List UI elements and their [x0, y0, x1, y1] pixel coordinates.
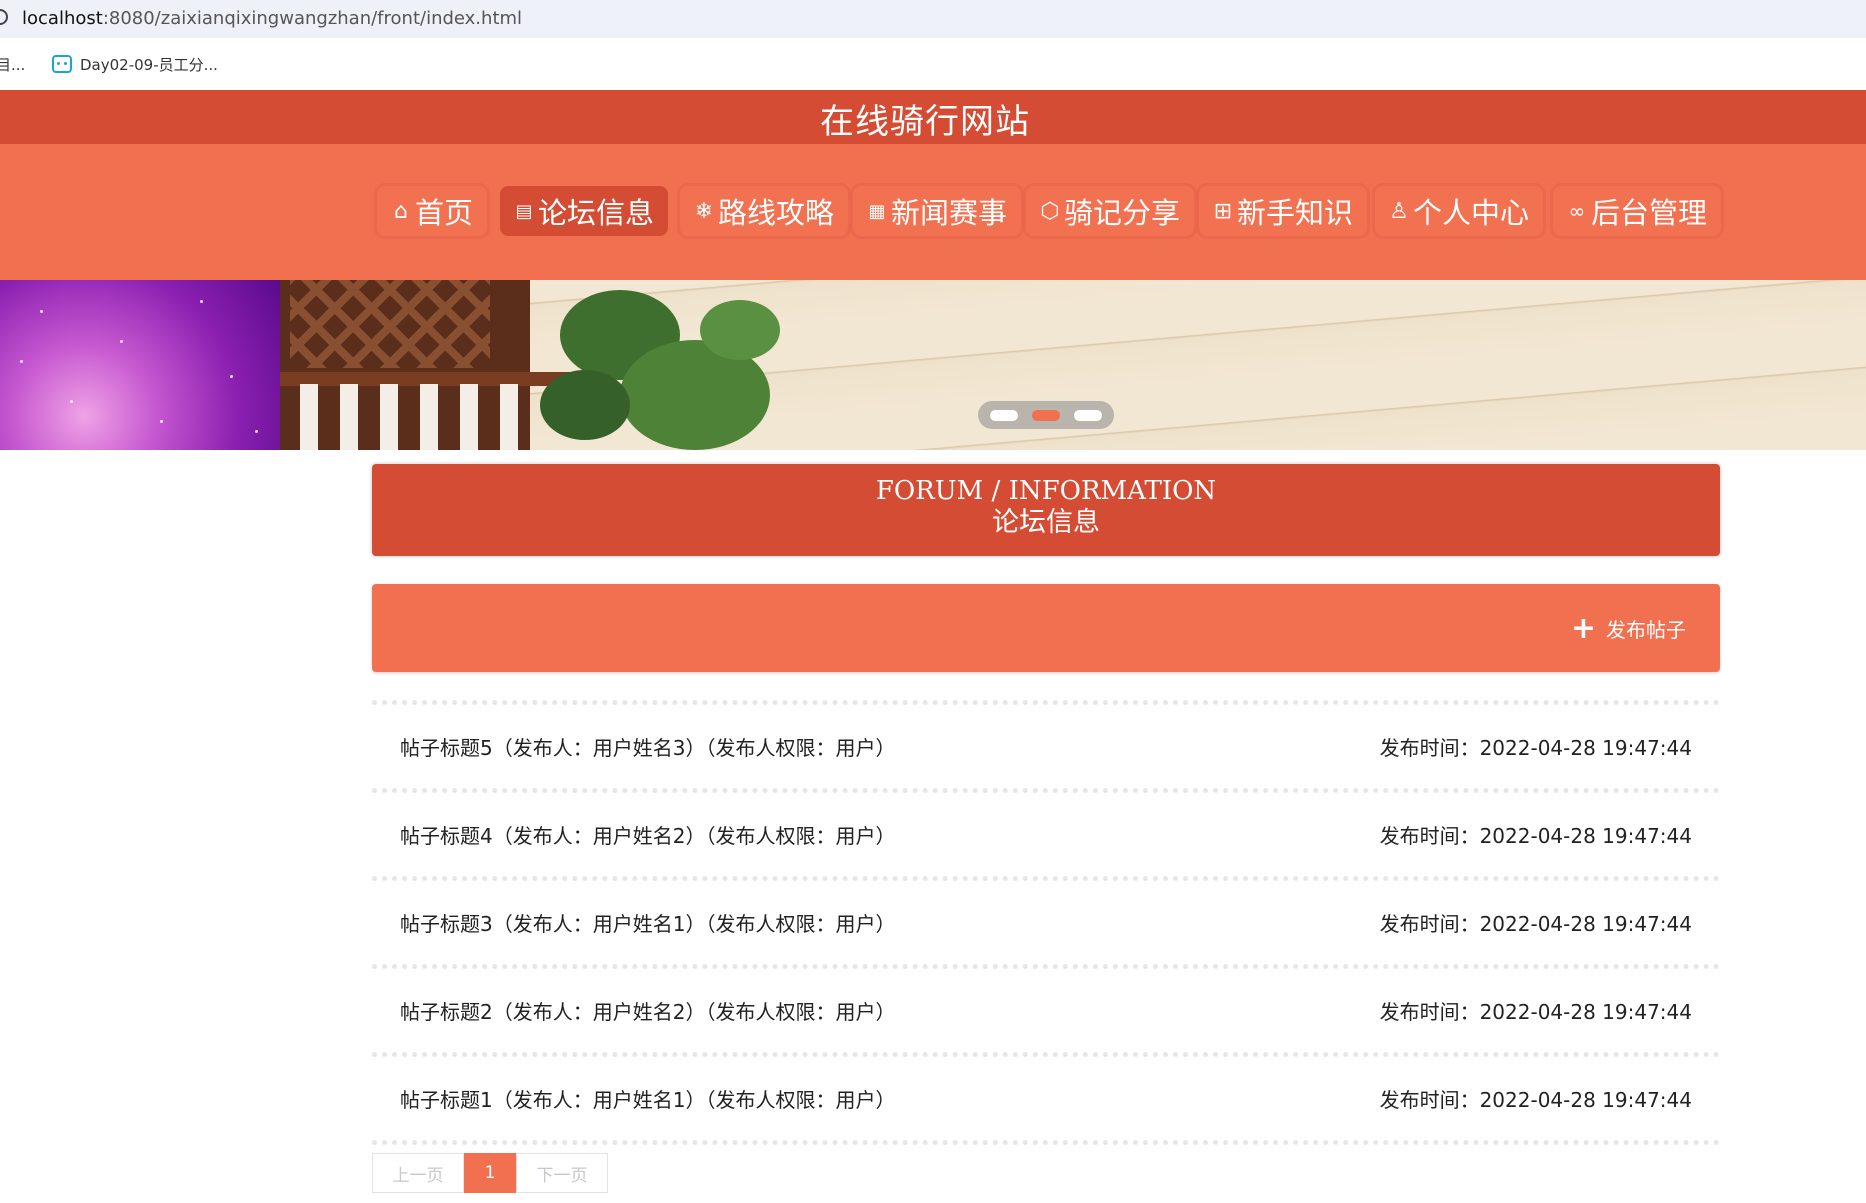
address-bar[interactable]: localhost:8080/zaixianqixingwangzhan/fro…: [0, 0, 1866, 38]
fence-post: [460, 384, 478, 450]
nav-item-home[interactable]: ⌂ 首页: [377, 186, 488, 236]
page-number-button[interactable]: 1: [464, 1153, 516, 1193]
plant-leaves: [540, 370, 630, 440]
post-row[interactable]: 帖子标题2（发布人：用户姓名2）（发布人权限：用户） 发布时间：2022-04-…: [372, 964, 1720, 1052]
banner-slide-galaxy: [0, 280, 280, 450]
action-bar: + 发布帖子: [372, 584, 1720, 672]
fence-post: [300, 384, 318, 450]
bookmark-item[interactable]: Day02-09-员工分...: [52, 52, 218, 76]
star-decoration: [40, 310, 43, 313]
apps-icon: ⊞: [1213, 198, 1233, 224]
carousel-dot[interactable]: [990, 410, 1018, 421]
gift-icon: ▦: [868, 200, 886, 222]
section-title-cn: 论坛信息: [992, 507, 1100, 538]
star-decoration: [230, 375, 233, 378]
url-path: :8080/zaixianqixingwangzhan/front/index.…: [102, 8, 523, 29]
nav-item-profile[interactable]: ♙ 个人中心: [1375, 186, 1544, 236]
fence-post: [340, 384, 358, 450]
site-title: 在线骑行网站: [0, 94, 1866, 143]
home-icon: ⌂: [394, 198, 408, 224]
cube-icon: ⬡: [1040, 198, 1060, 224]
bilibili-favicon-icon: [52, 55, 72, 73]
publish-post-button[interactable]: + 发布帖子: [1570, 610, 1686, 646]
plus-icon: +: [1570, 610, 1596, 646]
post-row[interactable]: 帖子标题3（发布人：用户姓名1）（发布人权限：用户） 发布时间：2022-04-…: [372, 876, 1720, 964]
nav-label: 路线攻略: [718, 196, 835, 230]
nav-label: 论坛信息: [538, 196, 655, 230]
post-time: 发布时间：2022-04-28 19:47:44: [1379, 912, 1692, 936]
nav-label: 新闻赛事: [891, 196, 1008, 230]
carousel-dot-active[interactable]: [1032, 410, 1060, 421]
post-time: 发布时间：2022-04-28 19:47:44: [1379, 824, 1692, 848]
section-heading: FORUM / INFORMATION 论坛信息: [372, 464, 1720, 556]
post-time: 发布时间：2022-04-28 19:47:44: [1379, 736, 1692, 760]
fence-post: [380, 384, 398, 450]
nav-label: 骑记分享: [1064, 196, 1181, 230]
site-info-icon[interactable]: [0, 9, 8, 25]
star-decoration: [70, 400, 73, 403]
star-decoration: [120, 340, 123, 343]
publish-post-label: 发布帖子: [1606, 618, 1686, 642]
nav-item-share[interactable]: ⬡ 骑记分享: [1026, 186, 1195, 236]
next-page-button[interactable]: 下一页: [516, 1153, 608, 1193]
post-time: 发布时间：2022-04-28 19:47:44: [1379, 1088, 1692, 1112]
nav-label: 个人中心: [1413, 196, 1530, 230]
bookmark-label: Day02-09-员工分...: [80, 55, 218, 74]
site-header: 在线骑行网站: [0, 90, 1866, 144]
post-row[interactable]: 帖子标题4（发布人：用户姓名2）（发布人权限：用户） 发布时间：2022-04-…: [372, 788, 1720, 876]
fence-post: [420, 384, 438, 450]
post-title[interactable]: 帖子标题1（发布人：用户姓名1）（发布人权限：用户）: [400, 1084, 895, 1113]
nav-item-forum[interactable]: ▤ 论坛信息: [500, 186, 669, 236]
main-nav: ⌂ 首页 ▤ 论坛信息 ❄ 路线攻略 ▦ 新闻赛事 ⬡ 骑记分享 ⊞ 新手知识 ♙ 个人中心 …: [0, 144, 1866, 280]
bookmark-truncated[interactable]: 目...: [0, 54, 25, 75]
post-title[interactable]: 帖子标题3（发布人：用户姓名1）（发布人权限：用户）: [400, 908, 895, 937]
snowflake-icon: ❄: [694, 198, 714, 224]
post-list-divider: [372, 1140, 1720, 1145]
clipboard-icon: ▤: [515, 200, 533, 222]
nav-item-admin[interactable]: ∞ 后台管理: [1553, 186, 1722, 236]
star-decoration: [20, 360, 23, 363]
carousel-dot[interactable]: [1074, 410, 1102, 421]
fence-post: [500, 384, 518, 450]
link-icon: ∞: [1568, 199, 1586, 223]
nav-item-news[interactable]: ▦ 新闻赛事: [853, 186, 1022, 236]
url-text[interactable]: localhost:8080/zaixianqixingwangzhan/fro…: [22, 8, 522, 29]
post-time: 发布时间：2022-04-28 19:47:44: [1379, 1000, 1692, 1024]
star-decoration: [255, 430, 258, 433]
nav-label: 新手知识: [1237, 196, 1354, 230]
section-title-en: FORUM / INFORMATION: [875, 476, 1217, 506]
post-title[interactable]: 帖子标题2（发布人：用户姓名2）（发布人权限：用户）: [400, 996, 895, 1025]
url-host: localhost: [22, 8, 103, 29]
prev-page-button[interactable]: 上一页: [372, 1153, 464, 1193]
pagination: 上一页 1 下一页: [372, 1153, 608, 1193]
nav-label: 后台管理: [1591, 196, 1708, 230]
post-row[interactable]: 帖子标题1（发布人：用户姓名1）（发布人权限：用户） 发布时间：2022-04-…: [372, 1052, 1720, 1140]
post-list: 帖子标题5（发布人：用户姓名3）（发布人权限：用户） 发布时间：2022-04-…: [372, 700, 1720, 1145]
carousel-indicators: [978, 401, 1114, 429]
star-decoration: [200, 300, 203, 303]
user-icon: ♙: [1389, 198, 1409, 224]
site-title-text: 在线骑行网站: [820, 102, 1030, 142]
bookmarks-bar: 目... Day02-09-员工分...: [0, 38, 1866, 90]
post-row[interactable]: 帖子标题5（发布人：用户姓名3）（发布人权限：用户） 发布时间：2022-04-…: [372, 700, 1720, 788]
nav-item-routes[interactable]: ❄ 路线攻略: [680, 186, 849, 236]
post-title[interactable]: 帖子标题4（发布人：用户姓名2）（发布人权限：用户）: [400, 820, 895, 849]
star-decoration: [160, 420, 163, 423]
fence-lattice: [290, 280, 490, 368]
nav-label: 首页: [415, 196, 474, 230]
nav-item-beginner[interactable]: ⊞ 新手知识: [1199, 186, 1368, 236]
banner-carousel[interactable]: [0, 280, 1866, 450]
post-title[interactable]: 帖子标题5（发布人：用户姓名3）（发布人权限：用户）: [400, 732, 895, 761]
plant-leaves: [700, 300, 780, 360]
